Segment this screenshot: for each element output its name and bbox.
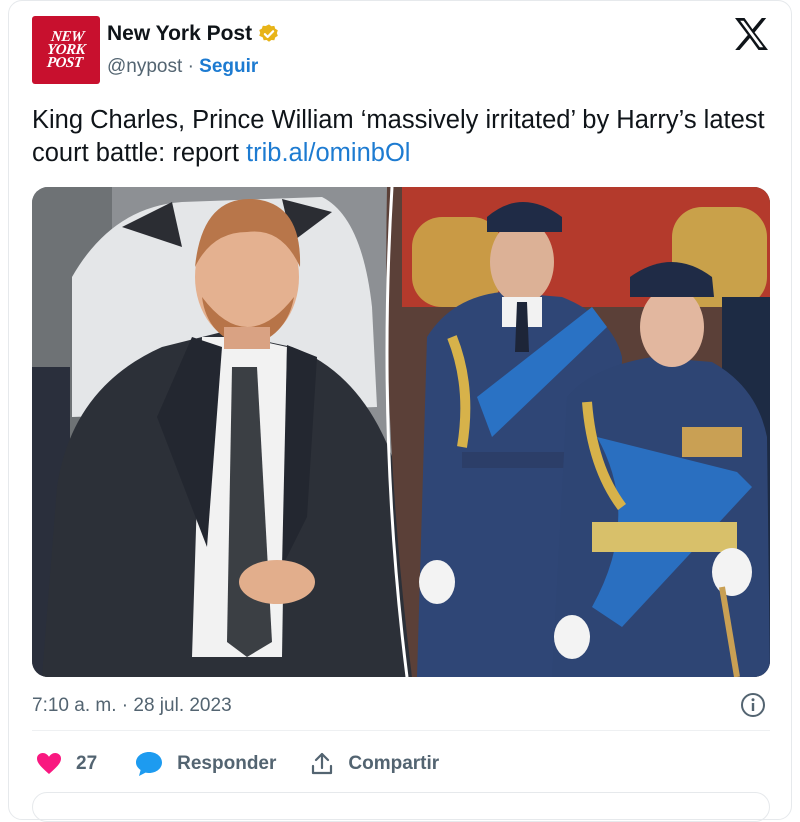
reply-label: Responder [177,753,277,774]
tweet-date: 28 jul. 2023 [133,695,232,716]
follow-button[interactable]: Seguir [199,56,258,77]
share-label: Compartir [348,753,440,774]
verified-badge-icon [259,24,278,42]
info-icon[interactable] [740,692,766,718]
share-upload-icon [312,752,333,775]
account-name[interactable]: New York Post [107,22,252,46]
photo-collage [32,187,770,677]
read-replies-button[interactable] [32,792,770,822]
nypost-logo: NEW YORK POST [46,28,86,71]
like-count: 27 [76,753,98,774]
x-logo-icon[interactable] [733,17,769,51]
divider [32,730,770,731]
share-button[interactable]: Compartir [310,752,439,776]
account-name-row[interactable]: New York Post [107,22,280,46]
heart-icon [37,753,61,774]
tweet-text: King Charles, Prince William ‘massively … [32,104,777,170]
separator: · [187,56,194,77]
reply-button[interactable]: Responder [135,751,276,777]
tweet-time: 7:10 a. m. [32,695,117,716]
speech-bubble-icon [136,752,163,776]
tweet-timestamp[interactable]: 7:10 a. m. · 28 jul. 2023 [32,695,232,717]
tweet-image[interactable] [32,187,770,677]
timestamp-separator: · [121,695,129,716]
handle-row: @nypost · Seguir [107,56,258,78]
tweet-link[interactable]: trib.al/ominbOl [246,139,410,167]
like-button[interactable]: 27 [36,752,97,776]
account-handle[interactable]: @nypost [107,56,182,77]
avatar[interactable]: NEW YORK POST [32,16,100,84]
action-bar: 27 Responder Compartir [32,748,439,780]
